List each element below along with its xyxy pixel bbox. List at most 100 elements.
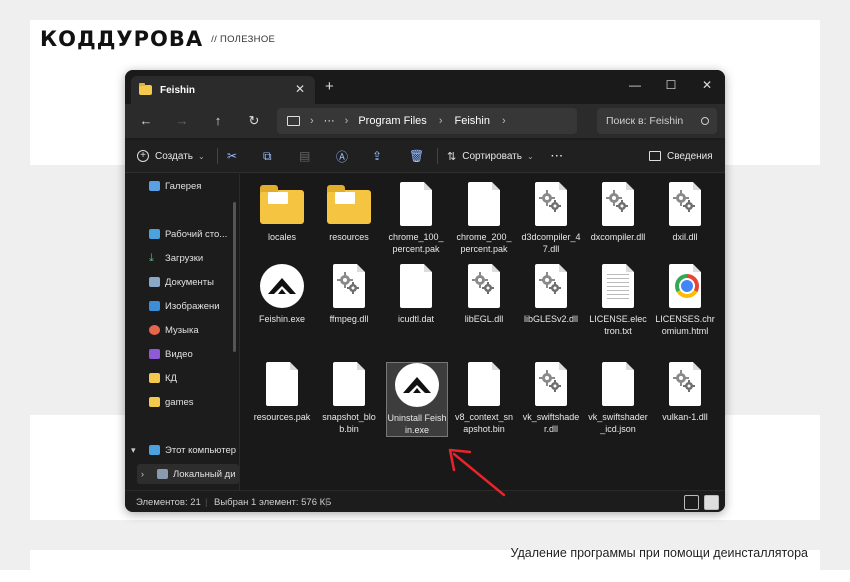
sidebar-item-label: Загрузки xyxy=(165,252,204,264)
search-input[interactable]: Поиск в: Feishin xyxy=(606,115,683,127)
sidebar-item-label: Локальный ди xyxy=(173,468,236,480)
copy-icon[interactable]: ⧉ xyxy=(263,146,272,166)
large-icons-view-button[interactable] xyxy=(704,495,719,510)
details-pane-icon xyxy=(649,151,661,161)
tab-feishin[interactable]: Feishin ✕ xyxy=(131,76,315,104)
paste-icon[interactable]: ▤ xyxy=(299,146,310,166)
music-icon xyxy=(149,325,160,335)
search-box[interactable]: Поиск в: Feishin xyxy=(597,108,717,134)
file-item[interactable]: locales xyxy=(252,182,312,244)
create-button[interactable]: + Создать ⌄ xyxy=(137,146,205,166)
file-name: vk_swiftshader.dll xyxy=(522,412,580,434)
sidebar-item-label: Музыка xyxy=(165,324,199,336)
file-item[interactable]: dxil.dll xyxy=(655,182,715,244)
sidebar-item-label: Видео xyxy=(165,348,193,360)
annotation-arrow xyxy=(448,448,506,497)
feishin-app-icon xyxy=(260,264,304,310)
document-icon xyxy=(394,182,438,228)
file-item[interactable]: resources xyxy=(319,182,379,244)
chevron-right-icon: › xyxy=(344,115,349,127)
file-item[interactable]: v8_context_snapshot.bin xyxy=(454,362,514,435)
command-bar: + Создать ⌄ ✂ ⧉ ▤ Ⓐ ⇪ 🗑 ⇅ Сортировать ⌄ … xyxy=(125,140,725,173)
file-name: ffmpeg.dll xyxy=(329,314,369,324)
share-icon[interactable]: ⇪ xyxy=(372,146,382,166)
delete-icon[interactable]: 🗑 xyxy=(409,146,424,166)
file-name: chrome_200_percent.pak xyxy=(456,232,512,254)
sidebar-item-label: Галерея xyxy=(165,180,202,192)
address-bar[interactable]: › ··· › Program Files › Feishin › xyxy=(277,108,577,134)
file-name: Feishin.exe xyxy=(258,314,306,324)
folder-icon xyxy=(149,373,160,383)
breadcrumb-feishin[interactable]: Feishin xyxy=(454,115,489,127)
drive-icon xyxy=(157,469,168,479)
file-item[interactable]: icudtl.dat xyxy=(386,264,446,326)
forward-button[interactable]: → xyxy=(171,112,193,130)
rename-icon[interactable]: Ⓐ xyxy=(336,146,348,166)
breadcrumb-overflow[interactable]: ··· xyxy=(324,115,335,127)
sort-icon: ⇅ xyxy=(447,150,457,163)
file-name: vulkan-1.dll xyxy=(662,412,708,422)
new-tab-button[interactable]: + xyxy=(325,79,334,95)
sidebar-item-local-disk[interactable]: › Локальный ди xyxy=(137,464,239,484)
selection-info: Выбран 1 элемент: 576 КБ xyxy=(214,497,332,508)
plus-circle-icon: + xyxy=(137,150,149,162)
back-button[interactable]: ← xyxy=(135,112,157,130)
file-item[interactable]: vk_swiftshader.dll xyxy=(521,362,581,435)
documents-icon xyxy=(149,277,160,287)
file-name: LICENSE.electron.txt xyxy=(589,314,647,336)
minimize-button[interactable]: — xyxy=(621,74,649,96)
text-file-icon xyxy=(596,264,640,310)
file-item[interactable]: vulkan-1.dll xyxy=(655,362,715,424)
document-icon xyxy=(462,362,506,408)
sidebar-item-label: Рабочий сто... xyxy=(165,228,228,240)
file-item[interactable]: vk_swiftshader_icd.json xyxy=(588,362,648,435)
chevron-right-icon: › xyxy=(438,115,443,127)
desktop-icon xyxy=(149,229,160,239)
file-item[interactable]: ffmpeg.dll xyxy=(319,264,379,326)
dll-gear-icon xyxy=(529,264,573,310)
file-item[interactable]: resources.pak xyxy=(252,362,312,424)
file-item[interactable]: d3dcompiler_47.dll xyxy=(521,182,581,255)
tab-close-icon[interactable]: ✕ xyxy=(295,82,305,96)
file-name: dxcompiler.dll xyxy=(590,232,646,242)
file-name: vk_swiftshader_icd.json xyxy=(588,412,648,434)
file-item[interactable]: chrome_100_percent.pak xyxy=(386,182,446,255)
cut-icon[interactable]: ✂ xyxy=(227,146,237,166)
file-explorer-window: Feishin ✕ + — ☐ ✕ ← → ↑ ↻ › ··· › Progra… xyxy=(125,70,725,512)
video-icon xyxy=(149,349,160,359)
separator xyxy=(217,148,218,164)
separator xyxy=(437,148,438,164)
file-item[interactable]: chrome_200_percent.pak xyxy=(454,182,514,255)
file-item[interactable]: dxcompiler.dll xyxy=(588,182,648,244)
file-item[interactable]: libGLESv2.dll xyxy=(521,264,581,326)
more-options-button[interactable]: ··· xyxy=(551,146,564,166)
up-button[interactable]: ↑ xyxy=(207,112,229,130)
file-item[interactable]: LICENSES.chromium.html xyxy=(655,264,715,337)
dll-gear-icon xyxy=(529,182,573,228)
dll-gear-icon xyxy=(663,362,707,408)
file-item[interactable]: Uninstall Feishin.exe xyxy=(386,362,448,437)
file-item[interactable]: libEGL.dll xyxy=(454,264,514,326)
details-button[interactable]: Сведения xyxy=(649,146,713,166)
dll-gear-icon xyxy=(462,264,506,310)
sort-button[interactable]: ⇅ Сортировать ⌄ xyxy=(447,146,534,166)
file-name: Uninstall Feishin.exe xyxy=(387,413,447,435)
file-item[interactable]: snapshot_blob.bin xyxy=(319,362,379,435)
file-name: LICENSES.chromium.html xyxy=(655,314,715,336)
file-name: d3dcompiler_47.dll xyxy=(521,232,581,254)
file-item[interactable]: LICENSE.electron.txt xyxy=(588,264,648,337)
maximize-button[interactable]: ☐ xyxy=(657,74,685,96)
file-item[interactable]: Feishin.exe xyxy=(252,264,312,326)
document-icon xyxy=(327,362,371,408)
refresh-button[interactable]: ↻ xyxy=(243,112,265,130)
status-bar: Элементов: 21 | Выбран 1 элемент: 576 КБ… xyxy=(125,490,725,512)
dll-gear-icon xyxy=(663,182,707,228)
dll-gear-icon xyxy=(596,182,640,228)
title-bar: Feishin ✕ + — ☐ ✕ xyxy=(125,70,725,104)
sidebar-item-this-pc[interactable]: ▾ Этот компьютер xyxy=(131,440,239,460)
breadcrumb-program-files[interactable]: Program Files xyxy=(358,115,426,127)
file-name: icudtl.dat xyxy=(397,314,435,324)
file-name: v8_context_snapshot.bin xyxy=(454,412,514,434)
close-button[interactable]: ✕ xyxy=(693,74,721,96)
details-view-button[interactable] xyxy=(684,495,699,510)
